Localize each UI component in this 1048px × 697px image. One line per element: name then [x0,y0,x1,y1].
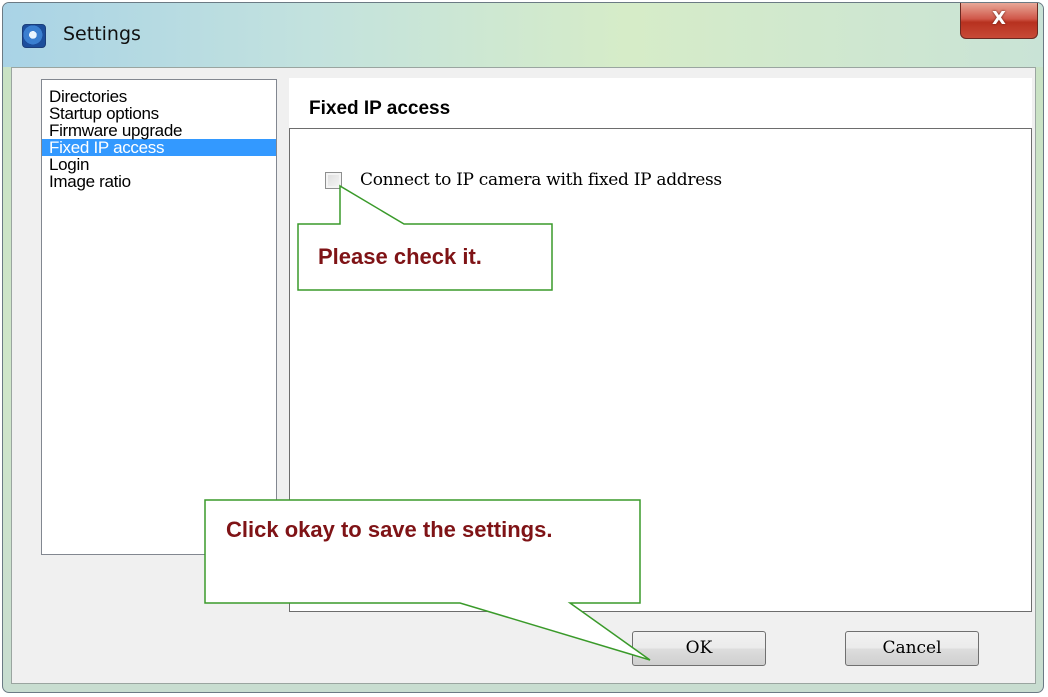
window-title: Settings [63,23,141,45]
panel-header: Fixed IP access [289,78,1032,128]
settings-window: Settings X Directories Startup options F… [2,2,1044,693]
dialog-client-area: Directories Startup options Firmware upg… [11,67,1036,684]
sidebar-item-fixed-ip-access[interactable]: Fixed IP access [42,139,276,156]
ok-callout-text: Click okay to save the settings. [226,517,553,542]
fixed-ip-checkbox[interactable] [325,172,342,189]
page-title: Fixed IP access [309,98,451,119]
sidebar-item-firmware-upgrade[interactable]: Firmware upgrade [42,122,276,139]
sidebar-item-login[interactable]: Login [42,156,276,173]
sidebar-item-image-ratio[interactable]: Image ratio [42,173,276,190]
sidebar-item-directories[interactable]: Directories [42,88,276,105]
title-bar[interactable]: Settings X [3,3,1043,67]
cancel-button[interactable]: Cancel [845,631,979,666]
close-icon: X [992,8,1006,29]
fixed-ip-checkbox-label[interactable]: Connect to IP camera with fixed IP addre… [360,170,722,190]
sidebar-item-startup-options[interactable]: Startup options [42,105,276,122]
close-button[interactable]: X [960,3,1038,39]
check-callout-text: Please check it. [318,244,482,269]
settings-category-list[interactable]: Directories Startup options Firmware upg… [41,79,277,555]
ok-button[interactable]: OK [632,631,766,666]
app-camera-icon [22,24,46,48]
